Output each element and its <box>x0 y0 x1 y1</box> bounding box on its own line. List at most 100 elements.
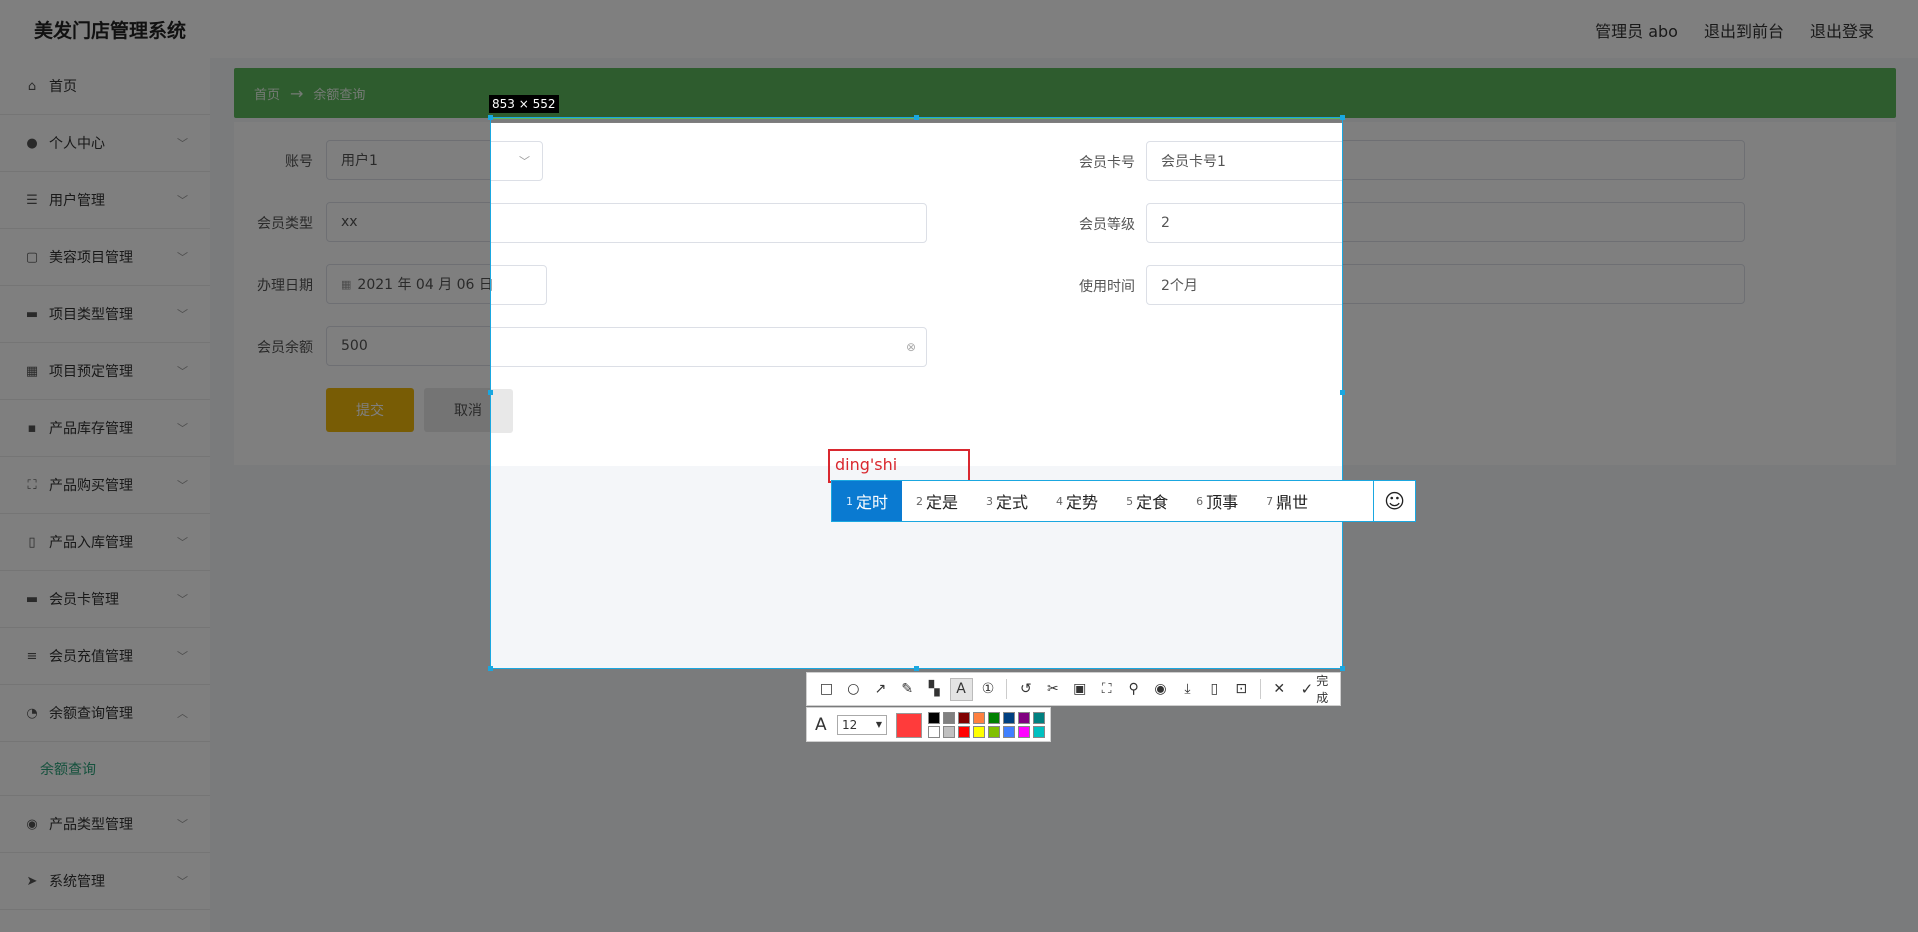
color-swatch[interactable] <box>943 712 955 724</box>
resize-handle[interactable] <box>914 115 919 120</box>
text-tool-icon[interactable]: A <box>949 677 973 701</box>
type-input[interactable]: xx <box>491 203 927 243</box>
sidebar-item-purchases[interactable]: ⛶ 产品购买管理 ﹀ <box>0 457 210 514</box>
date-value: 2021 年 04 月 06 日 <box>357 277 493 293</box>
color-swatch[interactable] <box>928 726 940 738</box>
card-no-input[interactable]: 会员卡号1 <box>1146 141 1342 181</box>
ime-candidate[interactable]: 3 定式 <box>972 481 1042 521</box>
clear-icon[interactable]: ⊗ <box>906 340 916 354</box>
ime-candidate[interactable]: 2 定是 <box>902 481 972 521</box>
sidebar-item-product-types[interactable]: ◉ 产品类型管理 ﹀ <box>0 796 210 853</box>
record-icon[interactable]: ◉ <box>1149 678 1172 701</box>
color-swatch[interactable] <box>973 712 985 724</box>
sidebar-item-recharge[interactable]: ≡ 会员充值管理 ﹀ <box>0 628 210 685</box>
number-marker-icon[interactable]: ① <box>977 678 1000 701</box>
current-color-swatch[interactable] <box>896 713 922 738</box>
date-picker[interactable]: ▦ 2021 年 04 月 06 日 <box>491 265 547 305</box>
resize-handle[interactable] <box>1340 390 1345 395</box>
color-swatch[interactable] <box>1003 726 1015 738</box>
ime-candidate-text: 定势 <box>1066 493 1099 512</box>
submit-button[interactable]: 提交 <box>326 388 414 432</box>
resize-handle[interactable] <box>488 390 493 395</box>
ime-candidate[interactable]: 7 鼎世 <box>1252 481 1322 521</box>
list-icon: ≡ <box>26 648 38 664</box>
sidebar-item-home[interactable]: ⌂ 首页 <box>0 58 210 115</box>
pencil-icon[interactable]: ✎ <box>896 678 919 701</box>
capture-selection-content: 美发门店管理系统 管理员 abo 退出到前台 退出登录 ⌂ 首页 ● 个人中心 … <box>491 118 1342 668</box>
account-select[interactable]: 用户1 ﹀ <box>491 141 543 181</box>
sidebar-item-bookings[interactable]: ▦ 项目预定管理 ﹀ <box>0 343 210 400</box>
sidebar-item-inventory[interactable]: ▪ 产品库存管理 ﹀ <box>0 400 210 457</box>
logout-link[interactable]: 退出登录 <box>1810 18 1874 42</box>
color-swatch[interactable] <box>988 712 1000 724</box>
sidebar-item-project-types[interactable]: ▬ 项目类型管理 ﹀ <box>0 286 210 343</box>
message-icon: ▪ <box>27 420 37 436</box>
resize-handle[interactable] <box>488 666 493 671</box>
color-swatch[interactable] <box>1018 712 1030 724</box>
font-size-select[interactable]: 12 ▼ <box>837 715 887 735</box>
color-swatch[interactable] <box>928 712 940 724</box>
color-swatch[interactable] <box>1003 712 1015 724</box>
ellipse-icon[interactable]: ○ <box>842 678 865 701</box>
sidebar-item-system[interactable]: ➤ 系统管理 ﹀ <box>0 853 210 910</box>
color-swatch[interactable] <box>958 726 970 738</box>
color-swatch[interactable] <box>958 712 970 724</box>
ime-candidate[interactable]: 1 定时 <box>832 481 903 521</box>
sidebar-item-profile[interactable]: ● 个人中心 ﹀ <box>0 115 210 172</box>
sidebar-subitem-balance-query[interactable]: 余额查询 <box>0 742 210 796</box>
balance-label: 会员余额 <box>257 340 313 356</box>
resize-handle[interactable] <box>1340 115 1345 120</box>
crop-icon[interactable]: ✂ <box>1041 678 1064 701</box>
color-swatch[interactable] <box>988 726 1000 738</box>
arrow-right-icon: → <box>290 83 304 103</box>
ime-candidate[interactable]: 5 定食 <box>1112 481 1182 521</box>
to-front-link[interactable]: 退出到前台 <box>1704 18 1784 42</box>
ime-candidate[interactable]: 4 定势 <box>1042 481 1112 521</box>
color-swatch[interactable] <box>1033 726 1045 738</box>
color-swatch[interactable] <box>1018 726 1030 738</box>
bookmark-icon[interactable]: ⊡ <box>1230 678 1253 701</box>
sidebar-item-beauty-projects[interactable]: ▢ 美容项目管理 ﹀ <box>0 229 210 286</box>
sidebar-item-stock-in[interactable]: ▯ 产品入库管理 ﹀ <box>0 514 210 571</box>
long-screenshot-icon[interactable]: ⛶ <box>1095 678 1118 701</box>
mosaic-icon[interactable]: ▚ <box>923 678 946 701</box>
capture-selection[interactable]: 美发门店管理系统 管理员 abo 退出到前台 退出登录 ⌂ 首页 ● 个人中心 … <box>490 117 1343 669</box>
caret-down-icon: ▼ <box>875 720 882 729</box>
calendar-icon: ▦ <box>341 277 352 291</box>
sidebar-item-label: 项目预定管理 <box>49 364 133 380</box>
duration-input[interactable]: 2个月 <box>1146 265 1342 305</box>
level-input[interactable]: 2 <box>1146 203 1342 243</box>
ime-candidate-number: 3 <box>986 494 994 508</box>
color-swatch[interactable] <box>973 726 985 738</box>
ime-candidate-text: 顶事 <box>1206 493 1239 512</box>
download-icon[interactable]: ⤓ <box>1176 678 1199 701</box>
capture-size-label: 853 × 552 <box>489 95 559 113</box>
phone-icon[interactable]: ▯ <box>1203 678 1226 701</box>
emoji-icon[interactable]: ☺ <box>1373 481 1415 521</box>
close-icon[interactable]: ✕ <box>1268 678 1291 701</box>
rectangle-icon[interactable]: □ <box>815 678 838 701</box>
sidebar-item-users[interactable]: ☰ 用户管理 ﹀ <box>0 172 210 229</box>
resize-handle[interactable] <box>1340 666 1345 671</box>
breadcrumb-home[interactable]: 首页 <box>254 84 280 103</box>
color-swatch[interactable] <box>1033 712 1045 724</box>
balance-input[interactable]: 500 ⊗ <box>491 327 927 367</box>
resize-handle[interactable] <box>488 115 493 120</box>
sidebar-item-member-cards[interactable]: ▬ 会员卡管理 ﹀ <box>0 571 210 628</box>
send-icon: ➤ <box>26 873 38 889</box>
sidebar: ⌂ 首页 ● 个人中心 ﹀ ☰ 用户管理 ﹀ ▢ 美容项目管理 ﹀ ▬ 项目类型… <box>0 58 210 932</box>
text-annotation-input[interactable]: ding'shi <box>828 449 970 483</box>
sidebar-item-label: 产品入库管理 <box>49 535 133 551</box>
undo-icon[interactable]: ↺ <box>1014 678 1037 701</box>
arrow-icon[interactable]: ↗ <box>869 678 892 701</box>
account-value: 用户1 <box>341 153 378 169</box>
sidebar-item-balance[interactable]: ◔ 余额查询管理 ︿ <box>0 685 210 742</box>
chevron-down-icon: ﹀ <box>177 650 188 663</box>
cancel-button[interactable]: 取消 <box>491 389 513 433</box>
ocr-icon[interactable]: ▣ <box>1068 678 1091 701</box>
resize-handle[interactable] <box>914 666 919 671</box>
ime-candidate[interactable]: 6 顶事 <box>1182 481 1252 521</box>
color-swatch[interactable] <box>943 726 955 738</box>
pin-icon[interactable]: ⚲ <box>1122 678 1145 701</box>
done-button[interactable]: ✓ 完成 <box>1301 672 1340 706</box>
